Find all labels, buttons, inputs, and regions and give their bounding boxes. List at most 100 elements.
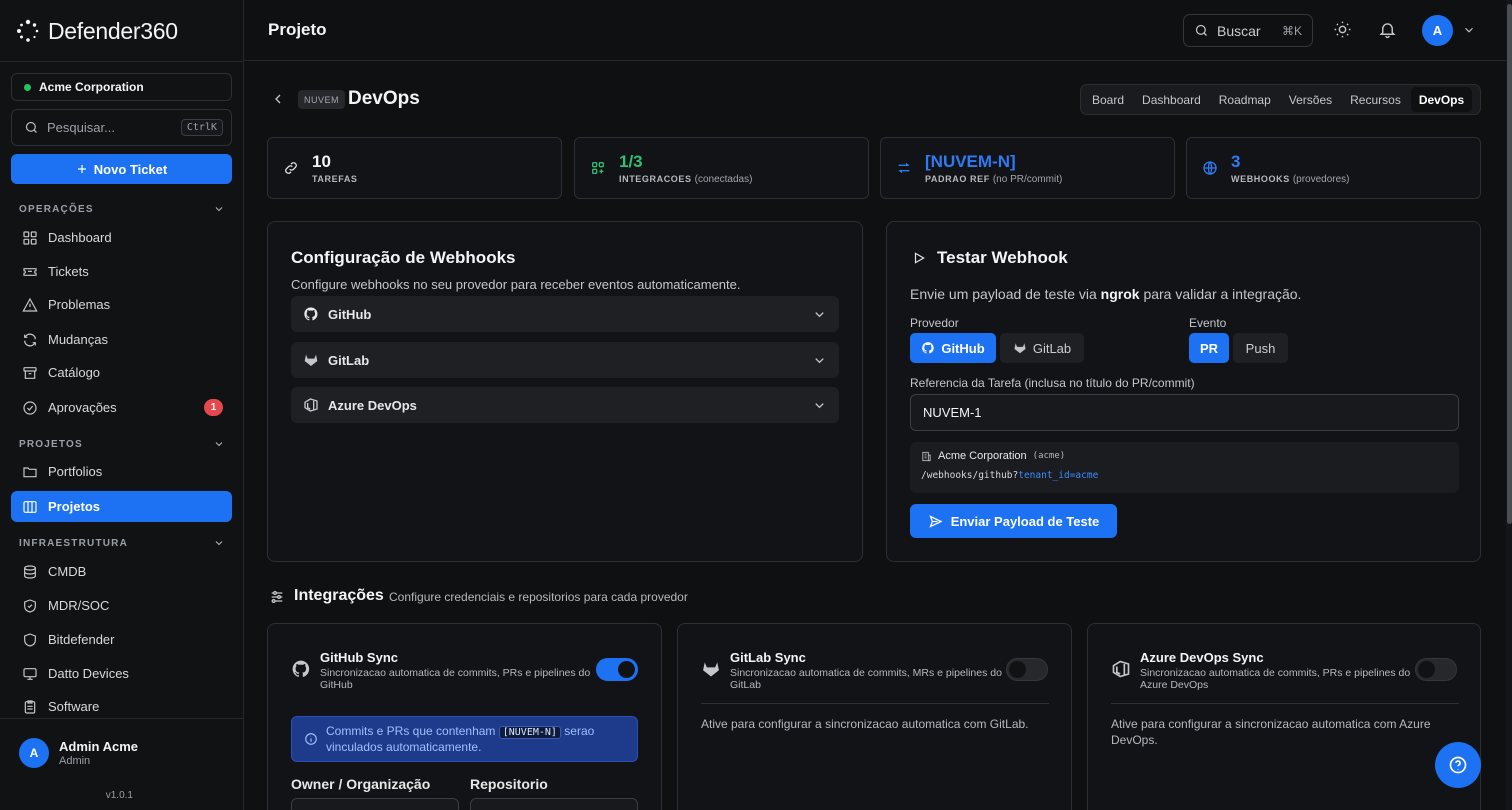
brand-logo[interactable]: Defender360 (16, 16, 178, 46)
global-search-shortcut: ⌘K (1281, 23, 1302, 38)
brand-name-light: Defender (48, 17, 141, 44)
bell-icon (1379, 23, 1396, 39)
section-infraestrutura[interactable]: INFRAESTRUTURA (19, 537, 225, 549)
stat-label-text: WEBHOOKS (1231, 173, 1290, 184)
user-profile[interactable]: A Admin Acme Admin (19, 738, 138, 768)
section-label: PROJETOS (19, 438, 83, 450)
accordion-gitlab[interactable]: GitLab (291, 342, 839, 378)
info-icon (305, 733, 317, 745)
section-projetos[interactable]: PROJETOS (19, 438, 225, 450)
integrations-title: Integrações (294, 587, 384, 604)
sidebar-item-problemas[interactable]: Problemas (11, 289, 232, 320)
accordion-github[interactable]: GitHub (291, 296, 839, 332)
tab-dashboard[interactable]: Dashboard (1134, 87, 1209, 112)
search-shortcut-badge: CtrlK (180, 119, 223, 136)
stat-value: 1/3 (619, 151, 643, 171)
org-selector[interactable]: Acme Corporation (11, 73, 232, 101)
sidebar-item-projetos[interactable]: Projetos (11, 491, 232, 522)
tab-devops[interactable]: DevOps (1410, 87, 1473, 112)
sidebar-item-tickets[interactable]: Tickets (11, 256, 232, 287)
stat-value: [NUVEM-N] (925, 151, 1016, 171)
sidebar-item-mdr-soc[interactable]: MDR/SOC (11, 590, 232, 621)
event-option-pr[interactable]: PR (1189, 333, 1229, 363)
sidebar-search-input[interactable]: Pesquisar... CtrlK (11, 109, 232, 146)
webhook-url[interactable]: /webhooks/github?tenant_id=acme (921, 470, 1098, 481)
project-tabs: Board Dashboard Roadmap Versões Recursos… (1080, 84, 1481, 115)
accordion-label: Azure DevOps (328, 397, 417, 413)
notifications-button[interactable] (1378, 20, 1397, 39)
send-test-payload-button[interactable]: Enviar Payload de Teste (910, 504, 1117, 538)
sidebar-item-datto-devices[interactable]: Datto Devices (11, 658, 232, 689)
integration-title: GitLab Sync (730, 650, 806, 665)
gitlab-sync-toggle[interactable] (1006, 658, 1048, 681)
sidebar-item-cmdb[interactable]: CMDB (11, 556, 232, 587)
task-ref-input[interactable]: NUVEM-1 (910, 394, 1459, 431)
repo-input[interactable] (470, 798, 638, 810)
accordion-azure-devops[interactable]: Azure DevOps (291, 387, 839, 423)
webhook-url-query: tenant_id=acme (1018, 470, 1099, 481)
shield-icon (24, 632, 36, 647)
sidebar-item-bitdefender[interactable]: Bitdefender (11, 624, 232, 655)
global-search-button[interactable]: Buscar ⌘K (1183, 14, 1313, 47)
sidebar-item-label: Aprovações (48, 400, 117, 415)
provider-option-gitlab[interactable]: GitLab (1000, 333, 1084, 363)
user-menu-chevron[interactable] (1462, 23, 1476, 37)
section-operacoes[interactable]: OPERAÇÕES (19, 203, 225, 215)
subtitle-text: para validar a integração. (1139, 286, 1302, 302)
section-label: INFRAESTRUTURA (19, 537, 129, 549)
help-circle-icon (1449, 756, 1467, 774)
test-webhook-panel: Testar Webhook Envie um payload de teste… (886, 221, 1481, 562)
theme-toggle-button[interactable] (1333, 20, 1352, 39)
azure-devops-icon (1112, 660, 1130, 678)
sidebar-item-portfolios[interactable]: Portfolios (11, 456, 232, 487)
integration-desc: Sincronizacao automatica de commits, PRs… (320, 667, 591, 691)
azure-sync-toggle[interactable] (1415, 658, 1457, 681)
app-version: v1.0.1 (105, 790, 133, 801)
tab-versoes[interactable]: Versões (1281, 87, 1340, 112)
sidebar-item-dashboard[interactable]: Dashboard (11, 222, 232, 253)
github-icon (292, 660, 310, 677)
github-icon (304, 307, 318, 321)
approvals-count-badge: 1 (204, 399, 223, 416)
event-option-push[interactable]: Push (1233, 333, 1288, 363)
github-sync-toggle[interactable] (596, 658, 638, 681)
sidebar-item-label: Mudanças (48, 332, 108, 347)
sidebar-item-label: Bitdefender (48, 632, 115, 647)
sidebar-item-catalogo[interactable]: Catálogo (11, 357, 232, 388)
integration-note: Ative para configurar a sincronizacao au… (701, 717, 1029, 731)
owner-input[interactable] (291, 798, 459, 810)
clipboard-icon (24, 699, 36, 714)
subtitle-text: Envie um payload de teste via (910, 286, 1101, 302)
provider-option-github[interactable]: GitHub (910, 333, 996, 363)
integration-desc: Sincronizacao automatica de commits, PRs… (1140, 667, 1411, 691)
tenant-row: Acme Corporation (acme) (921, 450, 1065, 462)
sidebar-item-aprovacoes[interactable]: Aprovações 1 (11, 392, 232, 423)
stat-note: (provedores) (1292, 173, 1350, 185)
provider-label: Provedor (910, 316, 959, 330)
user-avatar-button[interactable]: A (1422, 15, 1453, 46)
segment-label: Push (1245, 340, 1276, 356)
test-webhook-title: Testar Webhook (937, 248, 1068, 267)
stat-label-text: INTEGRACOES (619, 173, 692, 184)
sidebar-item-label: Datto Devices (48, 666, 129, 681)
tab-board[interactable]: Board (1084, 87, 1132, 112)
integration-desc: Sincronizacao automatica de commits, MRs… (730, 667, 1002, 691)
new-ticket-button[interactable]: Novo Ticket (11, 154, 232, 184)
sidebar-item-mudancas[interactable]: Mudanças (11, 324, 232, 355)
gitlab-icon (304, 354, 318, 366)
search-icon (25, 121, 37, 133)
subtitle-ngrok: ngrok (1100, 286, 1140, 302)
tab-roadmap[interactable]: Roadmap (1211, 87, 1279, 112)
webhook-url-path: /webhooks/github? (921, 470, 1019, 481)
integration-note: Ative para configurar a sincronizacao au… (1111, 717, 1431, 747)
send-icon (929, 514, 943, 528)
page-scrollbar-thumb[interactable] (1507, 4, 1512, 524)
tab-recursos[interactable]: Recursos (1342, 87, 1409, 112)
send-test-label: Enviar Payload de Teste (950, 513, 1100, 529)
help-button[interactable] (1435, 742, 1481, 788)
back-button[interactable] (270, 91, 286, 107)
new-ticket-label: Novo Ticket (93, 161, 168, 177)
test-webhook-subtitle: Envie um payload de teste via ngrok para… (910, 286, 1301, 302)
stat-label: WEBHOOKS (provedores) (1231, 174, 1350, 185)
ref-pattern-code: [NUVEM-N] (498, 726, 561, 739)
